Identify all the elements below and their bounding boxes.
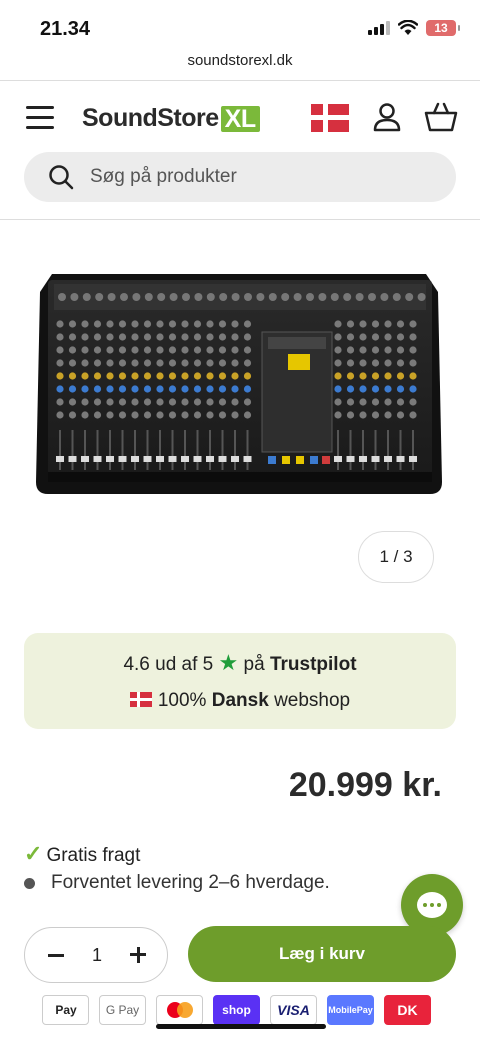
image-pager[interactable]: 1 / 3 <box>358 531 434 583</box>
add-to-cart-button[interactable]: Læg i kurv <box>188 926 456 982</box>
product-price: 20.999 kr. <box>288 766 442 804</box>
google-pay-icon: G Pay <box>99 995 146 1025</box>
check-icon: ✓ <box>24 841 43 866</box>
status-bar: 21.34 13 <box>0 0 480 50</box>
wifi-icon <box>398 20 418 35</box>
user-account-icon[interactable] <box>372 102 402 132</box>
product-image-mixer[interactable] <box>34 262 446 502</box>
denmark-flag-icon[interactable] <box>311 104 349 132</box>
status-time: 21.34 <box>40 18 91 40</box>
mobilepay-icon: MobilePay <box>327 995 374 1025</box>
payment-methods: Pay G Pay shop VISA MobilePay DK <box>42 995 442 1025</box>
increase-quantity-button[interactable] <box>123 940 153 970</box>
site-logo[interactable]: SoundStore XL <box>82 104 260 133</box>
mastercard-icon <box>156 995 203 1025</box>
decrease-quantity-button[interactable] <box>41 940 71 970</box>
delivery-text: Forventet levering 2–6 hverdage. <box>51 872 330 893</box>
site-header: SoundStore XL <box>0 92 480 144</box>
quantity-value[interactable]: 1 <box>83 928 111 982</box>
dankort-icon: DK <box>384 995 431 1025</box>
search-bar[interactable] <box>24 152 456 202</box>
logo-text: SoundStore <box>82 104 219 132</box>
hamburger-menu-icon[interactable] <box>26 106 54 130</box>
divider <box>0 80 480 81</box>
shop-bold: Dansk <box>211 690 269 711</box>
chat-icon <box>417 892 447 918</box>
battery-icon: 13 <box>426 20 460 36</box>
home-indicator <box>156 1024 326 1029</box>
apple-pay-icon: Pay <box>42 995 89 1025</box>
free-shipping-text: Gratis fragt <box>46 845 141 866</box>
search-icon <box>49 165 74 190</box>
shop-suffix: webshop <box>274 690 351 711</box>
denmark-flag-icon <box>129 692 152 707</box>
shop-prefix: 100% <box>157 690 207 711</box>
search-input[interactable] <box>90 152 430 202</box>
trustpilot-rating[interactable]: 4.6 ud af 5 ★ på Trustpilot <box>24 650 456 676</box>
rating-on: på <box>243 654 265 675</box>
status-icons: 13 <box>368 20 460 36</box>
status-dot-icon <box>24 877 35 889</box>
shop-pay-icon: shop <box>213 995 260 1025</box>
rating-text: 4.6 ud af 5 <box>123 654 214 675</box>
browser-url[interactable]: soundstorexl.dk <box>0 52 480 69</box>
cellular-signal-icon <box>368 21 390 35</box>
trust-box: 4.6 ud af 5 ★ på Trustpilot 100% Dansk w… <box>24 633 456 729</box>
star-icon: ★ <box>218 650 239 675</box>
danish-webshop: 100% Dansk webshop <box>24 690 456 712</box>
free-shipping: ✓ Gratis fragt <box>24 841 140 867</box>
logo-accent: XL <box>220 105 260 132</box>
divider <box>0 219 480 220</box>
trustpilot-label: Trustpilot <box>269 654 357 675</box>
visa-icon: VISA <box>270 995 317 1025</box>
quantity-stepper: 1 <box>24 927 168 983</box>
shopping-basket-icon[interactable] <box>424 102 458 132</box>
delivery-estimate: Forventet levering 2–6 hverdage. <box>24 872 330 894</box>
